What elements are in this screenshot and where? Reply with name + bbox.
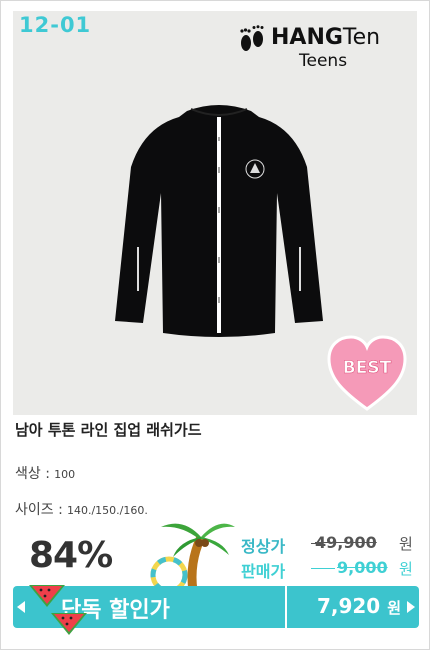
product-image[interactable]: 12-01 HANGTen Teens BEST [13,11,417,415]
color-label: 색상 : [15,466,50,482]
brand-name: HANGTen [271,25,381,50]
watermelon-icon [29,585,65,607]
rashguard-jacket-image [115,105,323,337]
color-option: 색상 : 100 [15,463,75,483]
sale-price-label: 판매가 [241,562,286,581]
regular-price-label: 정상가 [241,537,286,556]
regular-price-currency: 원 [399,535,413,553]
footprints-icon [240,25,264,51]
product-title[interactable]: 남아 투톤 라인 집업 래쉬가드 [15,419,202,440]
color-value: 100 [54,468,76,481]
price-dash [311,568,335,569]
regular-price-value: 49,900 [315,533,377,552]
best-badge-text: BEST [343,358,392,378]
brand-logo: HANGTen Teens [237,25,407,75]
product-code: 12-01 [19,13,92,37]
arrow-left-icon [17,601,25,613]
watermelon-icon [51,613,87,635]
arrow-right-icon [407,601,415,613]
sale-price-currency: 원 [399,560,413,578]
brand-subline: Teens [299,51,348,71]
size-option: 사이즈 : 140./150./160. [15,499,148,519]
discount-rate: 84% [29,535,113,576]
size-label: 사이즈 : [15,502,63,518]
size-value: 140./150./160. [66,504,148,517]
final-price: 7,920 원 [316,594,401,618]
best-heart-badge: BEST [327,335,407,411]
final-price-panel: 7,920 원 [287,586,419,628]
regular-price-row: 정상가 49,900 원 [241,533,413,557]
sale-price-row: 판매가 9,000 원 [241,558,413,582]
product-card[interactable]: 12-01 HANGTen Teens BEST 남아 투톤 라인 집업 래쉬가… [0,0,430,650]
palm-tree-icon [150,523,235,593]
sale-price-value: 9,000 [337,558,388,577]
